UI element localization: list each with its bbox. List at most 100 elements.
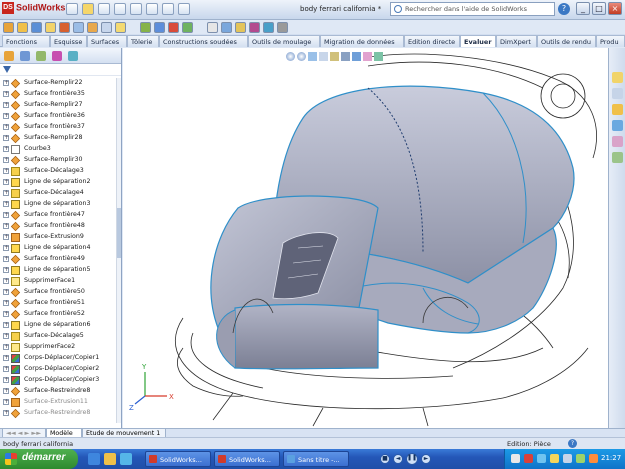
internet-explorer-icon[interactable]: [88, 453, 100, 465]
tree-item[interactable]: + SupprimerFace1: [0, 276, 116, 287]
edit-appearance-icon[interactable]: [363, 52, 372, 61]
help-search-input[interactable]: Rechercher dans l'aide de SolidWorks: [390, 2, 555, 16]
revolve-icon[interactable]: [17, 22, 28, 33]
expand-icon[interactable]: +: [3, 300, 9, 306]
tree-item[interactable]: + Courbe3: [0, 144, 116, 155]
task-paint[interactable]: Sans titre -...: [283, 451, 349, 467]
tab-constructions-soudees[interactable]: Constructions soudées: [159, 35, 248, 47]
appearance-tab-icon[interactable]: [52, 51, 62, 61]
undo-icon[interactable]: [130, 3, 142, 15]
stop-icon[interactable]: ■: [380, 454, 390, 464]
next-track-icon[interactable]: ►: [421, 454, 431, 464]
close-button[interactable]: ×: [608, 2, 622, 15]
extrude-boss-icon[interactable]: [3, 22, 14, 33]
expand-icon[interactable]: +: [3, 157, 9, 163]
tree-scrollbar[interactable]: [116, 78, 121, 423]
expand-icon[interactable]: +: [3, 179, 9, 185]
view-orientation-icon[interactable]: [330, 52, 339, 61]
tab-dimxpert[interactable]: DimXpert: [496, 35, 537, 47]
tree-item[interactable]: + Surface-Remplir27: [0, 100, 116, 111]
graphics-area[interactable]: Y X Z: [123, 48, 608, 428]
network-icon[interactable]: [537, 454, 546, 463]
expand-icon[interactable]: +: [3, 212, 9, 218]
tree-item[interactable]: + Surface-Décalage3: [0, 166, 116, 177]
fillet-icon[interactable]: [59, 22, 70, 33]
tree-item[interactable]: + Corps-Déplacer/Copier3: [0, 375, 116, 386]
start-button[interactable]: démarrer: [0, 449, 78, 469]
expand-icon[interactable]: +: [3, 245, 9, 251]
tree-item[interactable]: + Surface-Remplir28: [0, 133, 116, 144]
expand-icon[interactable]: +: [3, 135, 9, 141]
tree-item[interactable]: + Surface frontière47: [0, 210, 116, 221]
update-icon[interactable]: [576, 454, 585, 463]
draft-icon[interactable]: [115, 22, 126, 33]
tab-outils-de-rendu[interactable]: Outils de rendu: [537, 35, 596, 47]
expand-icon[interactable]: +: [3, 388, 9, 394]
help-question-icon[interactable]: ?: [558, 3, 570, 15]
rib-icon[interactable]: [101, 22, 112, 33]
shell-icon[interactable]: [87, 22, 98, 33]
expand-icon[interactable]: +: [3, 410, 9, 416]
expand-icon[interactable]: +: [3, 190, 9, 196]
solidworks-logo[interactable]: DS SolidWorks: [2, 2, 65, 14]
section-view-icon[interactable]: [319, 52, 328, 61]
tab-esquisse[interactable]: Esquisse: [50, 35, 87, 47]
tab-outils-de-moulage[interactable]: Outils de moulage: [248, 35, 320, 47]
tree-scrollbar-thumb[interactable]: [117, 208, 121, 258]
select-arrow-icon[interactable]: [146, 3, 158, 15]
expand-icon[interactable]: +: [3, 399, 9, 405]
tree-item[interactable]: + Surface-Extrusion11: [0, 397, 116, 408]
expand-icon[interactable]: +: [3, 256, 9, 262]
new-document-icon[interactable]: [66, 3, 78, 15]
tab-edition-directe[interactable]: Edition directe: [404, 35, 460, 47]
tree-item[interactable]: + Surface frontière48: [0, 221, 116, 232]
expand-icon[interactable]: +: [3, 278, 9, 284]
tree-item[interactable]: + Surface-Remplir22: [0, 78, 116, 89]
show-desktop-icon[interactable]: [104, 453, 116, 465]
tree-filter[interactable]: [0, 64, 121, 76]
tab-evaluer[interactable]: Evaluer: [460, 35, 496, 47]
tree-item[interactable]: + Ligne de séparation4: [0, 243, 116, 254]
language-icon[interactable]: [511, 454, 520, 463]
options-gear-icon[interactable]: [178, 3, 190, 15]
appearances-scenes-icon[interactable]: [612, 136, 623, 147]
zoom-to-area-icon[interactable]: [297, 52, 306, 61]
tree-item[interactable]: + Corps-Déplacer/Copier1: [0, 353, 116, 364]
tree-item[interactable]: + Surface-Restreindre8: [0, 386, 116, 397]
tree-item[interactable]: + Surface frontière50: [0, 287, 116, 298]
section-properties-icon[interactable]: [221, 22, 232, 33]
previous-track-icon[interactable]: ◄: [393, 454, 403, 464]
expand-icon[interactable]: +: [3, 113, 9, 119]
apply-scene-icon[interactable]: [374, 52, 383, 61]
expand-icon[interactable]: +: [3, 355, 9, 361]
zoom-to-fit-icon[interactable]: [286, 52, 295, 61]
expand-icon[interactable]: +: [3, 377, 9, 383]
tab-produ[interactable]: Produ: [596, 35, 625, 47]
tree-item[interactable]: + Surface frontière37: [0, 122, 116, 133]
design-library-icon[interactable]: [612, 88, 623, 99]
tree-item[interactable]: + Surface frontière35: [0, 89, 116, 100]
tab-fonctions[interactable]: Fonctions: [2, 35, 50, 47]
loft-icon[interactable]: [45, 22, 56, 33]
task-solidworks-2[interactable]: SolidWorks...: [214, 451, 280, 467]
sweep-icon[interactable]: [31, 22, 42, 33]
expand-icon[interactable]: +: [3, 311, 9, 317]
tab-migration-de-donnees[interactable]: Migration de données: [320, 35, 404, 47]
hide-show-items-icon[interactable]: [352, 52, 361, 61]
tree-item[interactable]: + Surface frontière52: [0, 309, 116, 320]
expand-icon[interactable]: +: [3, 234, 9, 240]
measure-icon[interactable]: [235, 22, 246, 33]
pause-icon[interactable]: ❚❚: [406, 453, 418, 465]
print-icon[interactable]: [114, 3, 126, 15]
tree-item[interactable]: + Ligne de séparation5: [0, 265, 116, 276]
tab-surfaces[interactable]: Surfaces: [87, 35, 127, 47]
maximize-button[interactable]: □: [592, 2, 606, 15]
tree-item[interactable]: + Corps-Déplacer/Copier2: [0, 364, 116, 375]
tree-item[interactable]: + Surface-Décalage4: [0, 188, 116, 199]
messenger-icon[interactable]: [589, 454, 598, 463]
custom-properties-icon[interactable]: [612, 152, 623, 163]
media-player-icon[interactable]: [120, 453, 132, 465]
plane-icon[interactable]: [140, 22, 151, 33]
configuration-manager-tab-icon[interactable]: [36, 51, 46, 61]
feature-tree-tab-icon[interactable]: [4, 51, 14, 61]
